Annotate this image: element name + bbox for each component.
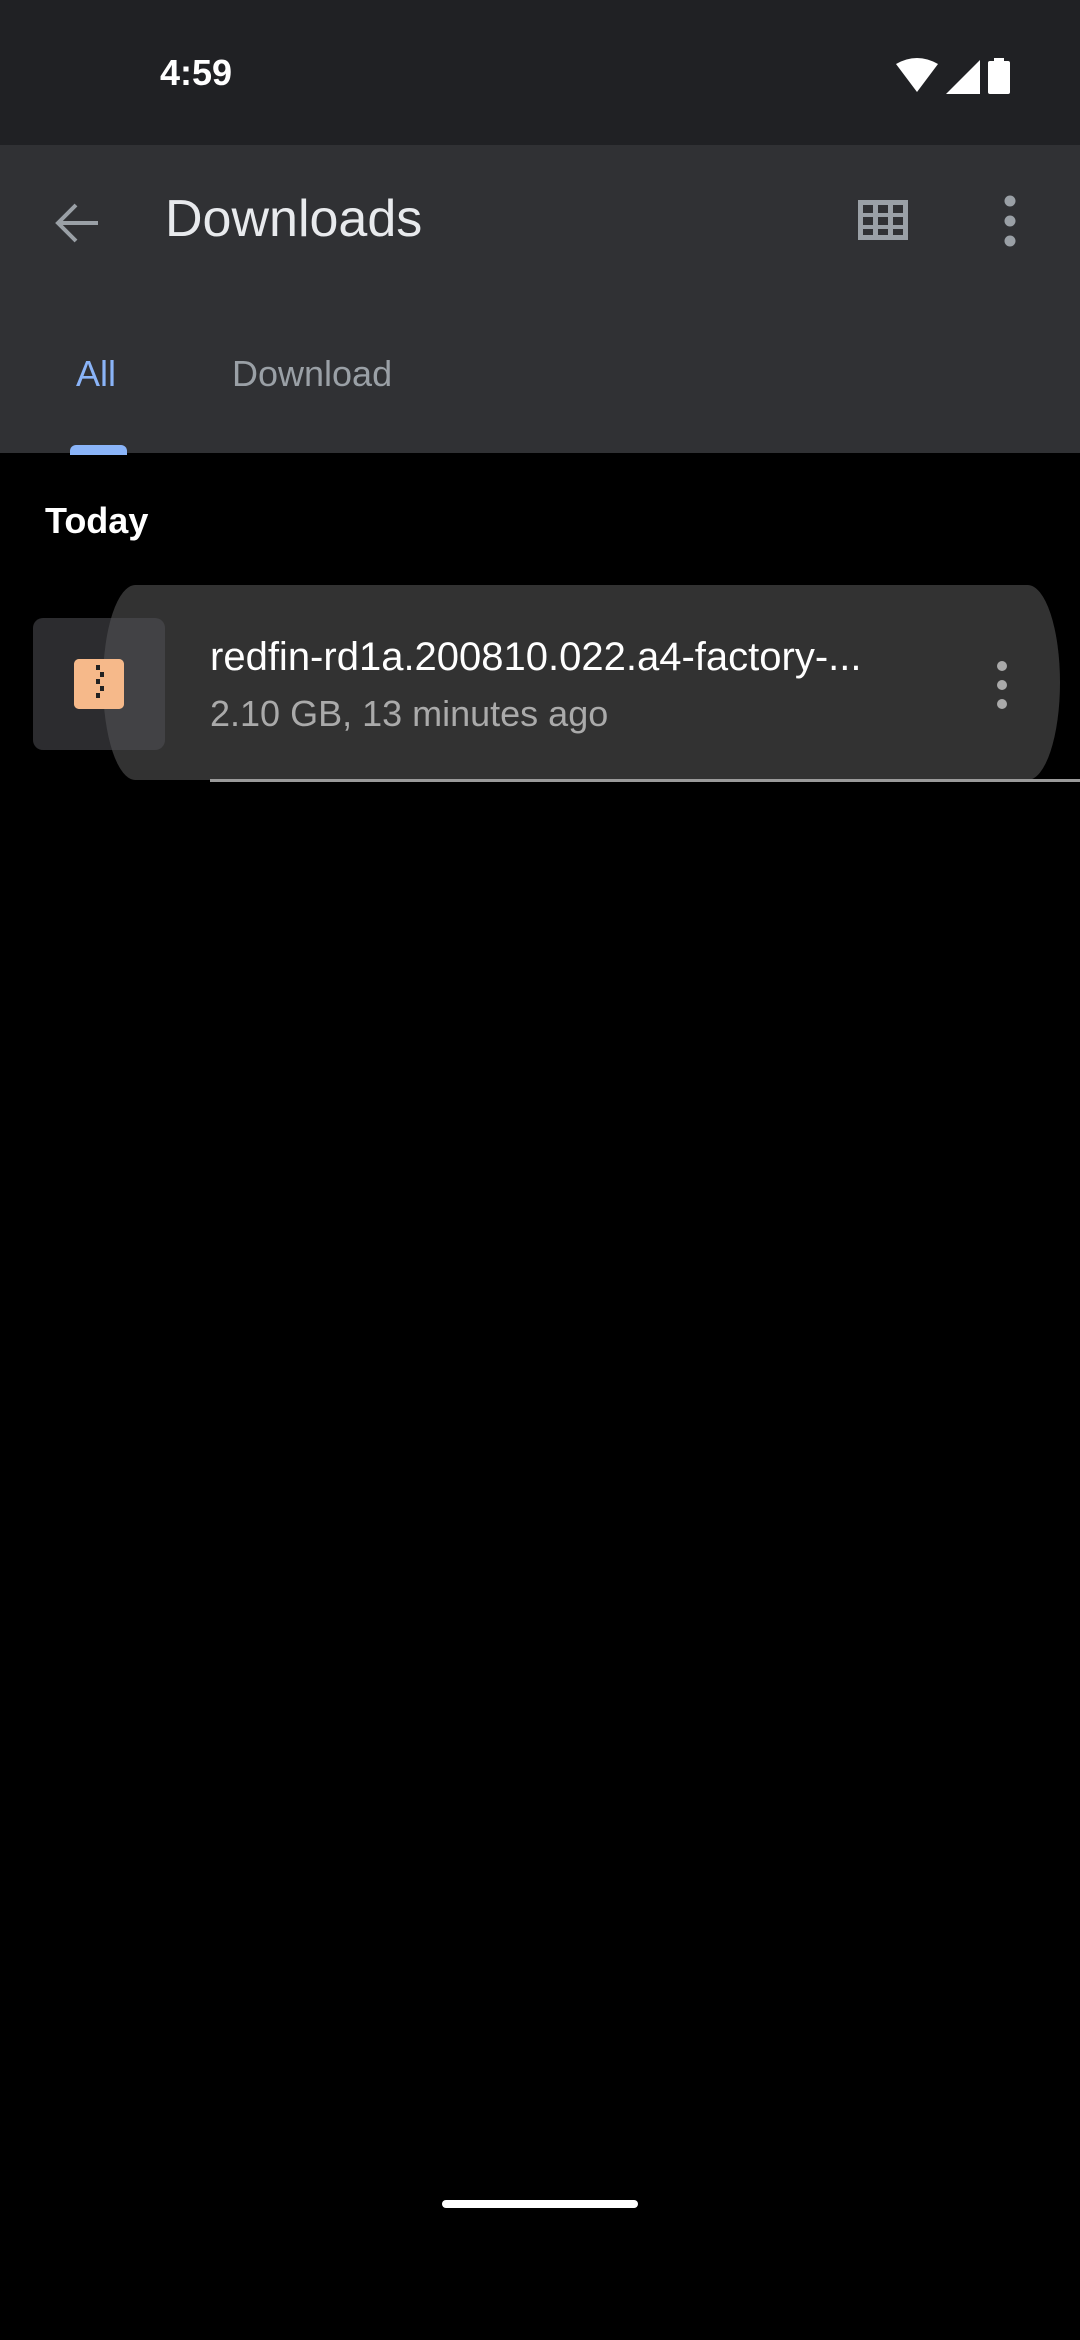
- file-meta: 2.10 GB, 13 minutes ago: [210, 693, 609, 734]
- signal-icon: [946, 60, 980, 94]
- section-header-today: Today: [45, 500, 149, 541]
- status-bar: 4:59: [0, 0, 1080, 145]
- divider: [210, 779, 1080, 782]
- page-title: Downloads: [165, 190, 423, 248]
- wifi-icon: [896, 58, 938, 92]
- battery-icon: [988, 58, 1010, 94]
- more-vert-icon[interactable]: [995, 195, 1025, 247]
- zip-file-icon: [74, 659, 124, 709]
- file-thumbnail: [33, 618, 165, 750]
- item-more-icon[interactable]: [990, 660, 1014, 710]
- tab-all[interactable]: All: [76, 353, 116, 395]
- gesture-nav-handle[interactable]: [442, 2200, 638, 2208]
- tab-download[interactable]: Download: [232, 353, 392, 395]
- arrow-back-icon[interactable]: [50, 193, 110, 253]
- ripple-highlight: [103, 585, 1060, 780]
- tab-indicator: [70, 445, 127, 455]
- status-time: 4:59: [160, 52, 233, 93]
- file-name: redfin-rd1a.200810.022.a4-factory-...: [210, 635, 862, 679]
- grid-view-icon[interactable]: [858, 200, 908, 240]
- app-bar: Downloads All Download: [0, 145, 1080, 455]
